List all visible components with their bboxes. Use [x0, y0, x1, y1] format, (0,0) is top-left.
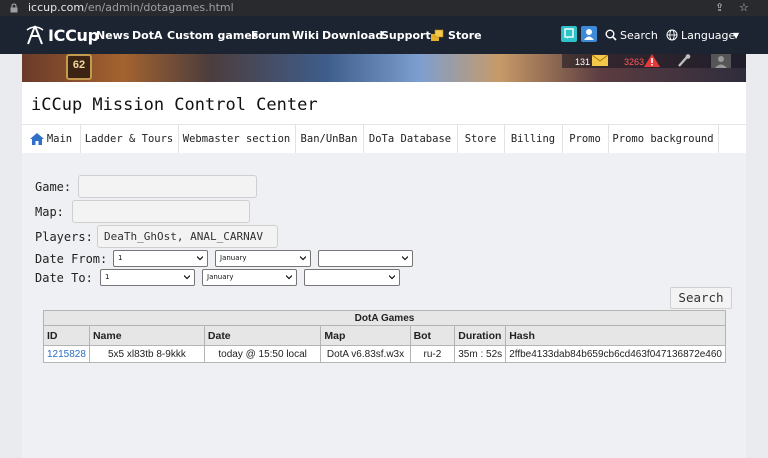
- chevron-down-icon: [300, 256, 306, 261]
- game-name-cell: 5x5 xl83tb 8-9kkk: [88, 345, 205, 363]
- game-map-cell: DotA v6.83sf.w3x: [320, 345, 411, 363]
- players-label: Players:: [35, 230, 93, 244]
- date-to-day-select[interactable]: 1: [100, 269, 195, 286]
- browser-address-bar[interactable]: iccup.com/en/admin/dotagames.html ⇪ ☆: [0, 0, 768, 16]
- game-input[interactable]: [78, 175, 257, 198]
- nav-dota[interactable]: DotA: [132, 29, 162, 42]
- game-id-link[interactable]: 1215828: [47, 349, 86, 360]
- tab-main[interactable]: Main: [22, 125, 81, 153]
- bookmark-star-icon[interactable]: ☆: [739, 1, 749, 14]
- table-row: 1215828 5x5 xl83tb 8-9kkk today @ 15:50 …: [43, 345, 726, 363]
- chevron-down-icon: [389, 275, 395, 280]
- home-icon: [29, 133, 44, 145]
- tab-ladder-tours[interactable]: Ladder & Tours: [80, 125, 179, 153]
- tab-billing[interactable]: Billing: [504, 125, 563, 153]
- search-icon[interactable]: [605, 29, 617, 41]
- game-hash-cell: 2ffbe4133dab84b659cb6cd463f047136872e460: [505, 345, 726, 363]
- url-text[interactable]: iccup.com/en/admin/dotagames.html: [28, 1, 234, 14]
- select-value: 1: [105, 273, 110, 281]
- players-input[interactable]: DeaTh_GhOst, ANAL_CARNAV: [97, 225, 278, 248]
- search-button[interactable]: Search: [670, 287, 732, 309]
- level-badge: 62: [66, 54, 92, 80]
- tab-promo[interactable]: Promo: [562, 125, 609, 153]
- tab-promo-background[interactable]: Promo background: [608, 125, 719, 153]
- chevron-down-icon: [184, 275, 190, 280]
- tab-ban-unban[interactable]: Ban/UnBan: [295, 125, 364, 153]
- search-link[interactable]: Search: [620, 29, 658, 42]
- nav-custom-games[interactable]: Custom games: [167, 29, 258, 42]
- share-icon[interactable]: ⇪: [715, 1, 724, 14]
- user-profile-icon[interactable]: [581, 26, 597, 42]
- date-to-label: Date To:: [35, 271, 93, 285]
- column-header-duration: Duration: [454, 325, 507, 346]
- game-date-cell: today @ 15:50 local: [203, 345, 322, 363]
- select-value: 1: [118, 254, 123, 262]
- warning-icon[interactable]: [644, 54, 660, 67]
- stream-icon[interactable]: [561, 26, 577, 42]
- language-selector[interactable]: Language: [681, 29, 735, 42]
- column-header-map: Map: [320, 325, 411, 346]
- mail-icon[interactable]: [592, 55, 608, 66]
- nav-wiki[interactable]: Wiki: [292, 29, 319, 42]
- mail-count: 131: [575, 57, 591, 67]
- date-to-year-select[interactable]: [304, 269, 400, 286]
- game-duration-cell: 35m : 52s: [454, 345, 507, 363]
- chevron-down-icon[interactable]: ▼: [733, 31, 739, 40]
- column-header-id: ID: [43, 325, 90, 346]
- column-header-bot: Bot: [409, 325, 456, 346]
- page-container: iCCup Mission Control Center Main Ladder…: [22, 82, 746, 458]
- globe-icon[interactable]: [666, 29, 678, 41]
- tools-icon[interactable]: [677, 54, 691, 67]
- page-title: iCCup Mission Control Center: [31, 95, 318, 115]
- date-to-month-select[interactable]: January: [202, 269, 297, 286]
- tab-webmaster-section[interactable]: Webmaster section: [178, 125, 296, 153]
- nav-forum[interactable]: Forum: [251, 29, 290, 42]
- nav-store[interactable]: Store: [448, 29, 482, 42]
- table-caption: DotA Games: [43, 310, 726, 326]
- search-form-area: Game: Map: Players: DeaTh_GhOst, ANAL_CA…: [22, 153, 746, 458]
- select-value: January: [207, 273, 234, 281]
- date-from-day-select[interactable]: 1: [113, 250, 208, 267]
- game-label: Game:: [35, 180, 72, 194]
- nav-download[interactable]: Download: [322, 29, 383, 42]
- map-input[interactable]: [72, 200, 250, 223]
- game-bot-cell: ru-2: [409, 345, 456, 363]
- dota-games-table: DotA Games ID Name Date Map Bot Duration…: [43, 310, 726, 363]
- profile-banner: 62 131 3263: [22, 54, 746, 82]
- site-navigation: ICCup News DotA Custom games Forum Wiki …: [0, 16, 768, 54]
- tab-label: Main: [46, 133, 73, 145]
- column-header-name: Name: [88, 325, 205, 346]
- iccup-logo-icon[interactable]: [24, 24, 46, 46]
- tab-dota-database[interactable]: DoTa Database: [363, 125, 458, 153]
- store-gold-icon[interactable]: [431, 29, 444, 41]
- date-from-label: Date From:: [35, 252, 108, 266]
- nav-news[interactable]: News: [96, 29, 129, 42]
- column-header-date: Date: [203, 325, 322, 346]
- alert-count: 3263: [624, 57, 645, 67]
- map-label: Map:: [35, 205, 64, 219]
- chevron-down-icon: [197, 256, 203, 261]
- nav-support[interactable]: Support: [381, 29, 431, 42]
- date-from-month-select[interactable]: January: [215, 250, 311, 267]
- site-logo-text[interactable]: ICCup: [48, 26, 99, 45]
- select-value: January: [220, 254, 247, 262]
- lock-icon: [10, 3, 18, 13]
- column-header-hash: Hash: [505, 325, 726, 346]
- chevron-down-icon: [402, 256, 408, 261]
- date-from-year-select[interactable]: [318, 250, 413, 267]
- game-id-cell[interactable]: 1215828: [43, 345, 90, 363]
- avatar-icon[interactable]: [711, 54, 731, 68]
- chevron-down-icon: [286, 275, 292, 280]
- tab-store[interactable]: Store: [457, 125, 505, 153]
- admin-tabs: Main Ladder & Tours Webmaster section Ba…: [22, 124, 746, 154]
